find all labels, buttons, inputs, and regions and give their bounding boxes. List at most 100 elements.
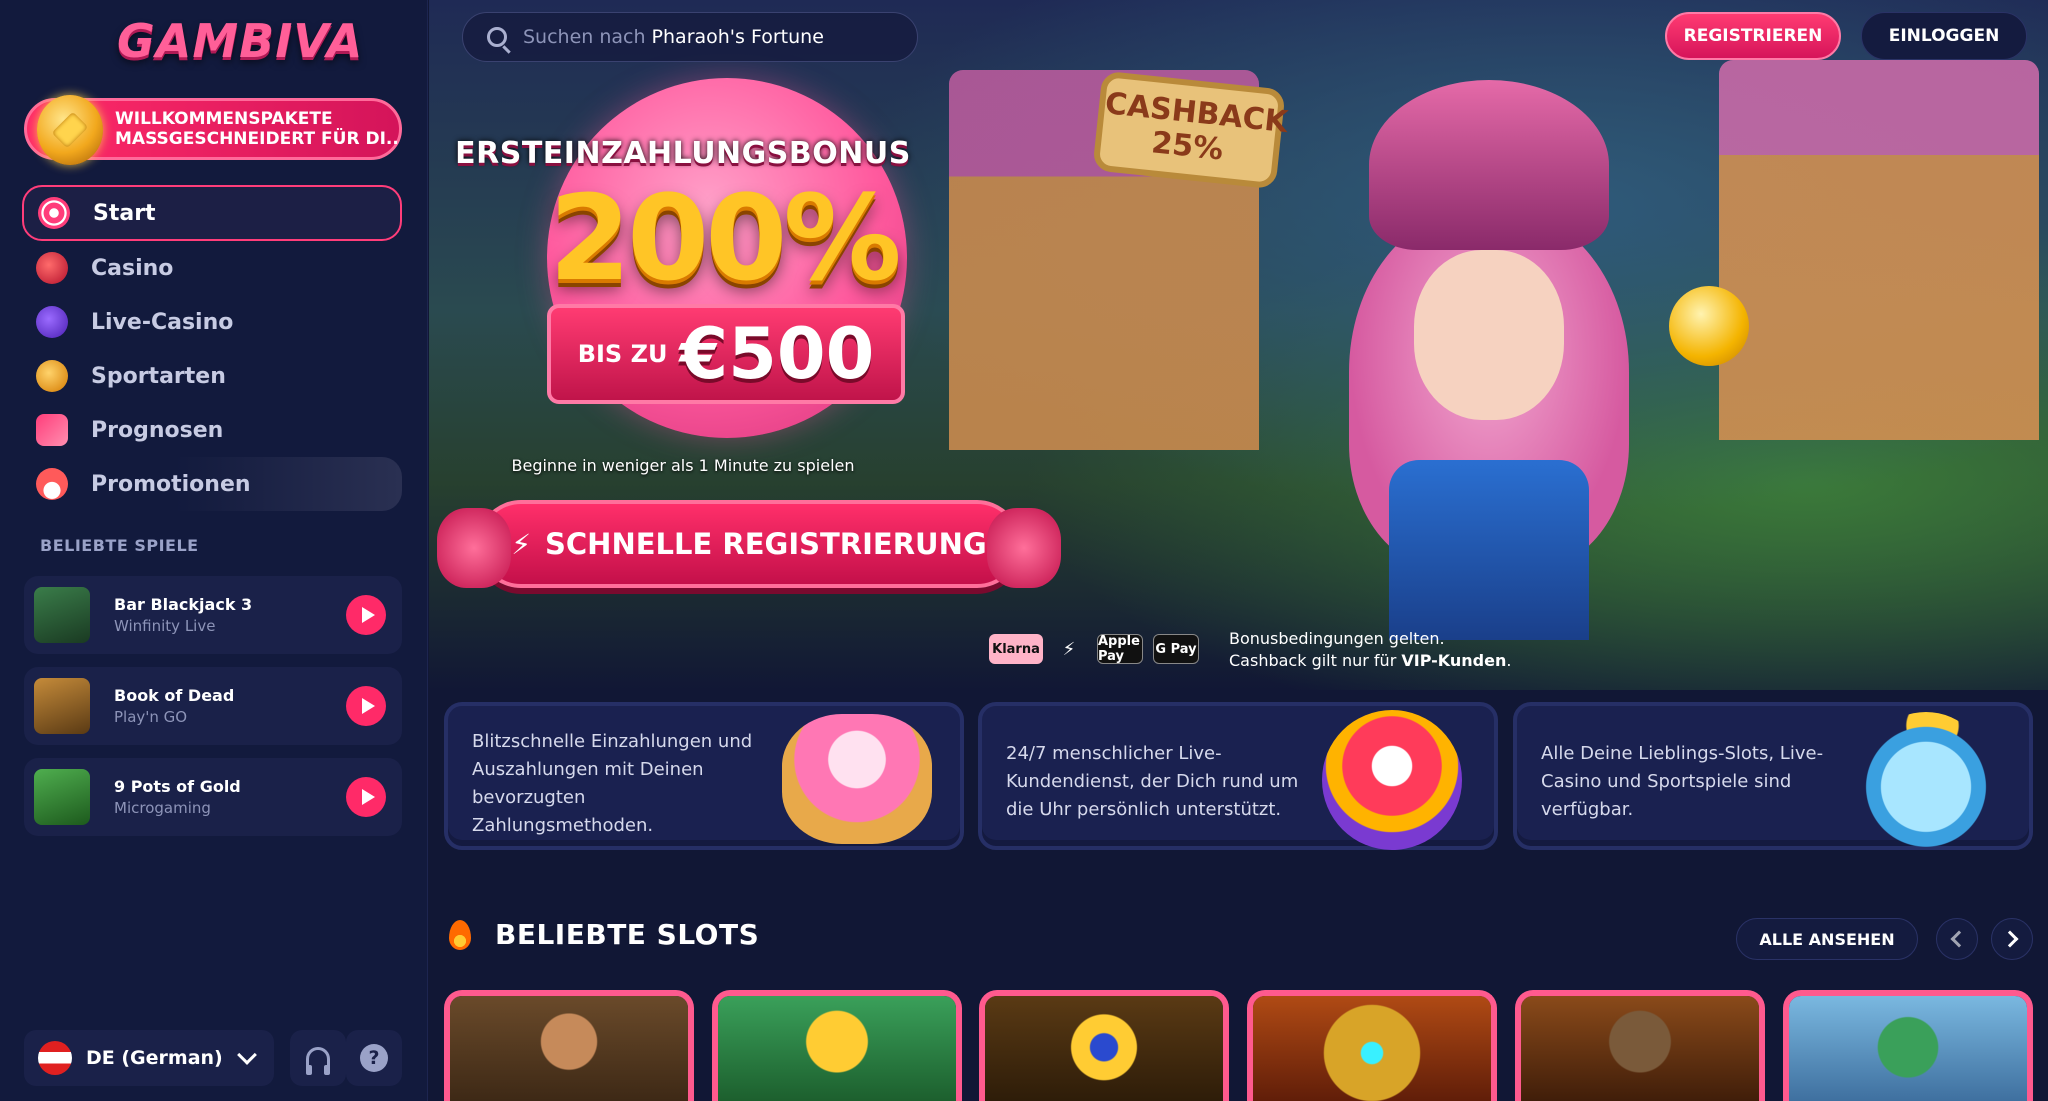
- sidebar-item-casino[interactable]: Casino: [22, 241, 402, 295]
- slot-tile[interactable]: [1515, 990, 1765, 1101]
- question-icon: ?: [360, 1044, 388, 1072]
- register-button[interactable]: REGISTRIEREN: [1665, 12, 1841, 60]
- swirl-candy-icon: [38, 197, 70, 229]
- language-label: DE (German): [86, 1047, 223, 1069]
- search-input[interactable]: Suchen nach Pharaoh's Fortune: [462, 12, 918, 62]
- sidebar-item-promotionen[interactable]: Promotionen: [22, 457, 402, 511]
- medal-icon: [36, 360, 68, 392]
- popular-games-heading: BELIEBTE SPIELE: [40, 536, 199, 555]
- sidebar-item-label: Start: [93, 200, 156, 226]
- bonus-ribbon: BIS ZU €500: [547, 304, 905, 404]
- list-item-game[interactable]: Book of Dead Play'n GO: [24, 667, 402, 745]
- sidebar-item-live-casino[interactable]: Live-Casino: [22, 295, 402, 349]
- poker-chip-icon: [36, 306, 68, 338]
- main-content: CASHBACK 25% ERSTEINZAHLUNGSBONUS 200% B…: [429, 0, 2048, 1101]
- support-button[interactable]: [290, 1030, 346, 1086]
- language-selector[interactable]: DE (German): [24, 1030, 274, 1086]
- welcome-package-banner[interactable]: WILLKOMMENSPAKETE MASSGESCHNEIDERT FÜR D…: [24, 95, 402, 165]
- search-rotating-game: Pharaoh's Fortune: [651, 26, 824, 48]
- slot-artwork: [985, 996, 1223, 1101]
- slot-tile[interactable]: [1783, 990, 2033, 1101]
- chevron-down-icon: [237, 1045, 257, 1065]
- feature-text: 24/7 menschlicher Live-Kundendienst, der…: [1006, 743, 1299, 820]
- bonus-title: ERSTEINZAHLUNGSBONUS: [455, 136, 911, 171]
- quick-register-label: SCHNELLE REGISTRIERUNG: [545, 527, 987, 561]
- bonus-prefix: BIS ZU: [577, 340, 668, 368]
- game-thumbnail: [34, 678, 90, 734]
- alarm-clock-icon: [1322, 710, 1462, 850]
- sidebar-item-label: Casino: [91, 255, 174, 281]
- popular-slots-heading: BELIEBTE SLOTS: [449, 918, 759, 951]
- game-name: 9 Pots of Gold: [114, 777, 241, 796]
- sidebar-item-label: Promotionen: [91, 471, 251, 497]
- game-name: Book of Dead: [114, 686, 235, 705]
- feature-text: Alle Deine Lieblings-Slots, Live-Casino …: [1541, 743, 1824, 820]
- terms-line-2: Cashback gilt nur für VIP-Kunden.: [1229, 651, 1512, 670]
- instant-bank-icon: ⚡: [1062, 638, 1076, 660]
- casino-app: GAMBIVA WILLKOMMENSPAKETE MASSGESCHNEIDE…: [0, 0, 2048, 1101]
- bonus-amount: €500: [679, 313, 875, 395]
- slot-artwork: [718, 996, 956, 1101]
- candy-jar-icon: [1861, 712, 1991, 848]
- gift-coin-icon: [37, 95, 103, 165]
- google-pay-icon: G Pay: [1153, 634, 1199, 664]
- slot-tile[interactable]: [712, 990, 962, 1101]
- lightning-icon: ⚡: [511, 527, 531, 561]
- sidebar-item-start[interactable]: Start: [22, 185, 402, 241]
- hero-banner[interactable]: CASHBACK 25% ERSTEINZAHLUNGSBONUS 200% B…: [429, 0, 2048, 690]
- login-button[interactable]: EINLOGGEN: [1861, 12, 2027, 60]
- game-provider: Winfinity Live: [114, 617, 216, 635]
- cherry-icon: [36, 252, 68, 284]
- slot-artwork: [1521, 996, 1759, 1101]
- slot-tile[interactable]: [1247, 990, 1497, 1101]
- bonus-percent: 200%: [549, 169, 902, 307]
- slot-tile[interactable]: [444, 990, 694, 1101]
- search-placeholder: Suchen nach: [523, 26, 646, 48]
- game-provider: Play'n GO: [114, 708, 188, 726]
- klarna-icon: Klarna: [989, 634, 1043, 664]
- list-item-game[interactable]: Bar Blackjack 3 Winfinity Live: [24, 576, 402, 654]
- begin-text: Beginne in weniger als 1 Minute zu spiel…: [511, 456, 855, 475]
- candy-house-illustration: [1719, 60, 2039, 440]
- cashback-sign: CASHBACK 25%: [1092, 70, 1289, 190]
- play-button[interactable]: [346, 595, 386, 635]
- sidebar-item-prognosen[interactable]: Prognosen: [22, 403, 402, 457]
- austria-flag-icon: [38, 1041, 72, 1075]
- quick-register-button[interactable]: ⚡ SCHNELLE REGISTRIERUNG: [437, 500, 1061, 588]
- slot-tile[interactable]: [979, 990, 1229, 1101]
- game-name: Bar Blackjack 3: [114, 595, 253, 614]
- feature-card-support: 24/7 menschlicher Live-Kundendienst, der…: [978, 702, 1498, 850]
- sidebar: GAMBIVA WILLKOMMENSPAKETE MASSGESCHNEIDE…: [0, 0, 428, 1101]
- cake-icon: [782, 714, 932, 844]
- game-thumbnail: [34, 587, 90, 643]
- feature-card-games: Alle Deine Lieblings-Slots, Live-Casino …: [1513, 702, 2033, 850]
- carousel-prev-button[interactable]: [1936, 918, 1978, 960]
- flame-icon: [449, 919, 471, 950]
- play-button[interactable]: [346, 777, 386, 817]
- list-item-game[interactable]: 9 Pots of Gold Microgaming: [24, 758, 402, 836]
- sidebar-item-label: Live-Casino: [91, 309, 234, 335]
- sidebar-nav: Start Casino Live-Casino Sportarten Prog…: [22, 185, 402, 511]
- feature-card-payments: Blitzschnelle Einzahlungen und Auszahlun…: [444, 702, 964, 850]
- gambiva-logo[interactable]: GAMBIVA: [117, 14, 362, 74]
- sidebar-item-sportarten[interactable]: Sportarten: [22, 349, 402, 403]
- sidebar-item-label: Prognosen: [91, 417, 224, 443]
- cake-icon: [36, 468, 68, 500]
- carousel-next-button[interactable]: [1991, 918, 2033, 960]
- terms-line-1: Bonusbedingungen gelten.: [1229, 629, 1445, 648]
- game-provider: Microgaming: [114, 799, 211, 817]
- see-all-button[interactable]: ALLE ANSEHEN: [1736, 918, 1918, 960]
- play-button[interactable]: [346, 686, 386, 726]
- game-thumbnail: [34, 769, 90, 825]
- help-button[interactable]: ?: [346, 1030, 402, 1086]
- feature-text: Blitzschnelle Einzahlungen und Auszahlun…: [472, 731, 753, 836]
- sidebar-item-label: Sportarten: [91, 363, 226, 389]
- apple-pay-icon: Apple Pay: [1097, 634, 1143, 664]
- headset-icon: [306, 1047, 330, 1075]
- slot-artwork: [1789, 996, 2027, 1101]
- popular-slots-title: BELIEBTE SLOTS: [495, 918, 760, 951]
- chart-trend-icon: [36, 414, 68, 446]
- search-icon: [487, 27, 507, 47]
- bonus-terms: Bonusbedingungen gelten. Cashback gilt n…: [1229, 628, 1511, 672]
- slot-artwork: [450, 996, 688, 1101]
